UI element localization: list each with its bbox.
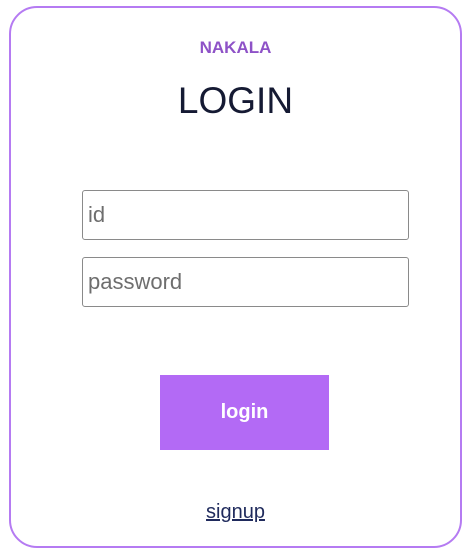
login-button[interactable]: login — [160, 375, 329, 450]
brand-name: NAKALA — [199, 38, 272, 57]
password-input[interactable] — [82, 257, 409, 307]
id-input[interactable] — [82, 190, 409, 240]
signup-link[interactable]: signup — [206, 501, 265, 523]
signup-container: signup — [11, 501, 460, 524]
page-title: LOGIN — [177, 80, 294, 121]
login-card: NAKALA LOGIN login signup — [9, 6, 462, 548]
